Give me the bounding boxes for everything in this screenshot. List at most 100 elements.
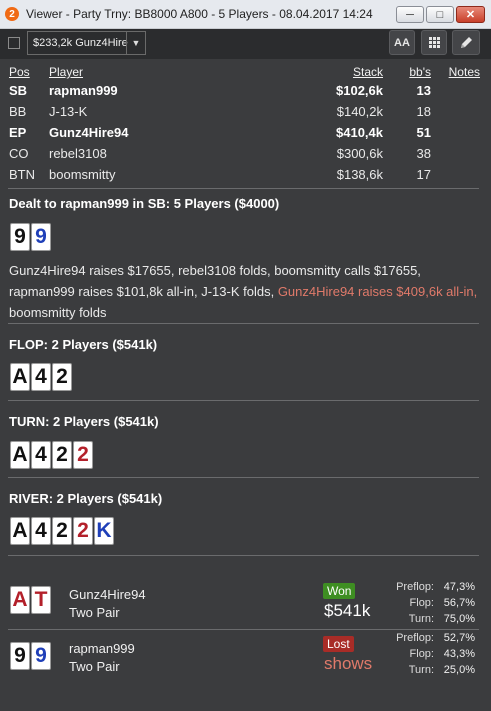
divider — [8, 188, 479, 189]
header-stack[interactable]: Stack — [269, 64, 383, 80]
font-size-label: AA — [394, 36, 410, 49]
card: 2 — [52, 517, 72, 545]
row-pos: BTN — [9, 167, 35, 182]
table-row[interactable]: BTN boomsmitty $138,6k 17 — [9, 164, 480, 185]
grid-button[interactable] — [421, 30, 447, 55]
card: 2 — [73, 441, 93, 469]
hand-history-panel: Pos Player Stack bb's Notes SB rapman999… — [0, 60, 491, 711]
row-notes[interactable] — [431, 122, 480, 143]
window-controls: ─ □ ✕ — [396, 6, 485, 23]
card: A — [10, 363, 30, 391]
maximize-button[interactable]: □ — [426, 6, 454, 23]
player-checkbox[interactable] — [8, 37, 20, 49]
table-row[interactable]: CO rebel3108 $300,6k 38 — [9, 143, 480, 164]
chevron-down-icon[interactable]: ▼ — [126, 32, 145, 54]
river-heading: RIVER: 2 Players ($541k) — [9, 491, 163, 506]
flop-cards: A 4 2 — [10, 363, 72, 391]
players-table: Pos Player Stack bb's Notes SB rapman999… — [9, 64, 480, 185]
turn-cards: A 4 2 2 — [10, 441, 93, 469]
window-title: Viewer - Party Trny: BB8000 A800 - 5 Pla… — [26, 7, 373, 21]
flop-heading: FLOP: 2 Players ($541k) — [9, 337, 158, 352]
card: 4 — [31, 441, 51, 469]
header-bbs[interactable]: bb's — [383, 64, 431, 80]
title-bar: 2 Viewer - Party Trny: BB8000 A800 - 5 P… — [0, 0, 491, 29]
preflop-actions: Gunz4Hire94 raises $17655, rebel3108 fol… — [9, 260, 479, 323]
card: 9 — [31, 223, 51, 251]
preflop-heading: Dealt to rapman999 in SB: 5 Players ($40… — [9, 196, 280, 211]
player-select[interactable]: $233,2k Gunz4Hire94 ▼ — [27, 31, 146, 55]
pencil-icon — [460, 37, 472, 48]
row-notes[interactable] — [431, 101, 480, 122]
action-highlight: Gunz4Hire94 raises $409,6k all-in, — [277, 284, 478, 299]
row-stack: $140,2k — [336, 104, 383, 119]
card: 4 — [31, 363, 51, 391]
row-notes[interactable] — [431, 80, 480, 101]
close-button[interactable]: ✕ — [456, 6, 485, 23]
row-player: boomsmitty — [49, 167, 116, 182]
equity-label: Preflop: — [396, 581, 434, 593]
equity-value: 52,7% — [443, 632, 475, 644]
card: A — [10, 517, 30, 545]
equity-value: 47,3% — [443, 581, 475, 593]
close-icon: ✕ — [465, 9, 476, 21]
status-badge: Won — [323, 583, 356, 599]
result-amount: $541k — [324, 601, 371, 620]
river-cards: A 4 2 2 K — [10, 517, 114, 545]
card: T — [31, 586, 51, 614]
divider — [8, 323, 479, 324]
row-pos: BB — [9, 104, 27, 119]
result-player: Gunz4Hire94 — [69, 587, 146, 602]
row-player: rebel3108 — [49, 146, 107, 161]
result-hand: Two Pair — [69, 605, 120, 620]
equity-label: Turn: — [408, 664, 434, 676]
card: A — [10, 441, 30, 469]
hole-cards: 9 9 — [10, 223, 51, 251]
action-text-end: boomsmitty folds — [9, 305, 107, 320]
row-player: rapman999 — [49, 83, 118, 98]
header-notes[interactable]: Notes — [431, 64, 480, 80]
card: 2 — [73, 517, 93, 545]
row-pos: SB — [9, 83, 28, 98]
equity-value: 56,7% — [443, 597, 475, 609]
row-player: J-13-K — [49, 104, 88, 119]
result-cards: 9 9 — [10, 642, 51, 670]
app-icon: 2 — [5, 7, 19, 21]
card: 4 — [31, 517, 51, 545]
equity-label: Flop: — [409, 597, 434, 609]
font-size-button[interactable]: AA — [389, 30, 415, 55]
card: 2 — [52, 441, 72, 469]
card: 9 — [10, 223, 30, 251]
header-pos[interactable]: Pos — [9, 64, 49, 80]
status-badge: Lost — [323, 636, 354, 652]
row-bbs: 38 — [416, 146, 431, 161]
row-stack: $138,6k — [336, 167, 383, 182]
equity-label: Turn: — [408, 613, 434, 625]
card: A — [10, 586, 30, 614]
maximize-icon: □ — [436, 8, 444, 21]
edit-button[interactable] — [452, 30, 480, 55]
table-row[interactable]: SB rapman999 $102,6k 13 — [9, 80, 480, 101]
row-bbs: 18 — [416, 104, 431, 119]
table-header: Pos Player Stack bb's Notes — [9, 64, 480, 80]
card: 9 — [31, 642, 51, 670]
divider — [8, 555, 479, 556]
row-pos: CO — [9, 146, 29, 161]
row-stack: $300,6k — [336, 146, 383, 161]
row-notes[interactable] — [431, 164, 480, 185]
row-notes[interactable] — [431, 143, 480, 164]
card: 2 — [52, 363, 72, 391]
result-player: rapman999 — [69, 641, 135, 656]
result-cards: A T — [10, 586, 51, 614]
row-player: Gunz4Hire94 — [49, 125, 129, 140]
minimize-button[interactable]: ─ — [396, 6, 424, 23]
divider — [8, 629, 479, 630]
row-bbs: 51 — [416, 125, 431, 140]
equity-value: 75,0% — [443, 613, 475, 625]
table-row[interactable]: BB J-13-K $140,2k 18 — [9, 101, 480, 122]
equity-label: Preflop: — [396, 632, 434, 644]
grid-icon — [428, 37, 440, 48]
card: K — [94, 517, 114, 545]
table-row[interactable]: EP Gunz4Hire94 $410,4k 51 — [9, 122, 480, 143]
row-pos: EP — [9, 125, 27, 140]
header-player[interactable]: Player — [49, 64, 269, 80]
